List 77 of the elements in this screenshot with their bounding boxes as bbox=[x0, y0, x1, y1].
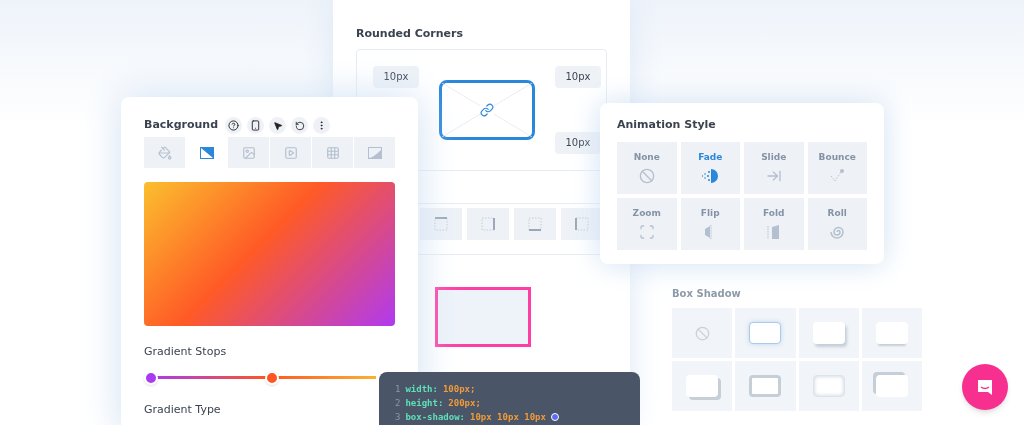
animation-option[interactable]: Bounce bbox=[807, 141, 867, 194]
shadow-option[interactable] bbox=[672, 361, 733, 411]
pointer-button[interactable] bbox=[269, 117, 287, 134]
shadow-sample bbox=[812, 322, 845, 344]
css-property: width: bbox=[405, 383, 438, 395]
animation-option[interactable]: Zoom bbox=[617, 197, 677, 250]
shadow-sample bbox=[749, 322, 782, 344]
paint-bucket-icon bbox=[157, 145, 172, 160]
shadow-option[interactable] bbox=[861, 308, 922, 358]
pointer-icon bbox=[272, 120, 283, 131]
reset-button[interactable] bbox=[291, 117, 309, 134]
border-side-icon bbox=[575, 216, 589, 231]
prohibited-icon bbox=[694, 325, 710, 341]
border-style-button[interactable] bbox=[561, 207, 603, 240]
line-number: 1 bbox=[395, 383, 401, 395]
css-property: height: bbox=[405, 397, 444, 409]
css-property: box-shadow: bbox=[405, 411, 466, 423]
field-label: Gradient Stops bbox=[144, 344, 228, 360]
shadow-option[interactable] bbox=[861, 361, 922, 411]
border-side-icon bbox=[434, 216, 448, 231]
shadow-option[interactable] bbox=[672, 308, 733, 358]
corner-radius-field[interactable]: 10px bbox=[555, 65, 601, 88]
link-icon[interactable] bbox=[480, 102, 494, 117]
animation-option[interactable]: Roll bbox=[807, 197, 867, 250]
css-value: 200px; bbox=[448, 397, 481, 409]
chat-bubble-icon bbox=[976, 378, 994, 396]
play-icon bbox=[283, 145, 298, 160]
border-style-button[interactable] bbox=[514, 207, 556, 240]
shadow-sample bbox=[686, 375, 719, 397]
shadow-sample bbox=[812, 375, 845, 397]
animation-option[interactable]: Fade bbox=[680, 141, 740, 194]
fold-shape-icon bbox=[766, 224, 781, 241]
phone-button[interactable] bbox=[247, 117, 265, 134]
shadow-sample bbox=[875, 375, 908, 397]
gradient-stop-handle[interactable] bbox=[264, 370, 279, 385]
fade-circle-icon bbox=[701, 168, 720, 185]
animation-option[interactable]: Flip bbox=[680, 197, 740, 250]
line-number: 2 bbox=[395, 397, 401, 409]
mask-square-icon bbox=[367, 146, 382, 159]
section-title: Background bbox=[144, 117, 219, 134]
section-title: Animation Style bbox=[617, 117, 717, 133]
shadow-option[interactable] bbox=[798, 308, 859, 358]
css-value: 10px 10px 10px bbox=[470, 411, 546, 423]
css-value: 100px; bbox=[442, 383, 476, 395]
corner-radius-field[interactable]: 10px bbox=[555, 131, 601, 154]
phone-icon bbox=[250, 120, 262, 131]
section-title: Rounded Corners bbox=[356, 26, 465, 42]
color-swatch[interactable] bbox=[550, 413, 559, 421]
chat-button[interactable] bbox=[962, 364, 1008, 410]
border-style-button[interactable] bbox=[420, 207, 462, 240]
border-side-icon bbox=[481, 216, 495, 231]
spiral-icon bbox=[829, 224, 846, 241]
shadow-sample bbox=[749, 375, 782, 397]
image-icon bbox=[241, 145, 256, 160]
shadow-option[interactable] bbox=[735, 308, 796, 358]
animation-option[interactable]: Fold bbox=[744, 197, 804, 250]
shadow-sample bbox=[875, 322, 908, 344]
grid-icon bbox=[325, 145, 340, 160]
border-side-icon bbox=[528, 216, 542, 231]
prohibited-icon bbox=[638, 168, 655, 185]
line-number: 3 bbox=[395, 411, 401, 423]
reset-icon bbox=[294, 120, 305, 131]
help-icon bbox=[228, 120, 240, 131]
help-button[interactable] bbox=[225, 117, 243, 134]
border-style-button[interactable] bbox=[467, 207, 509, 240]
expand-frame-icon bbox=[638, 224, 655, 241]
section-title: Box Shadow bbox=[672, 287, 742, 301]
gradient-stops-slider[interactable] bbox=[144, 370, 376, 385]
gradient-square-icon bbox=[199, 146, 214, 159]
animation-option[interactable]: None bbox=[617, 141, 677, 194]
corner-radius-field[interactable]: 10px bbox=[373, 65, 419, 88]
shadow-option[interactable] bbox=[798, 361, 859, 411]
field-label: Gradient Type bbox=[144, 401, 222, 418]
more-button[interactable] bbox=[313, 117, 331, 134]
shadow-option[interactable] bbox=[735, 361, 796, 411]
animation-option[interactable]: Slide bbox=[744, 141, 804, 194]
gradient-stop-handle[interactable] bbox=[144, 370, 158, 385]
